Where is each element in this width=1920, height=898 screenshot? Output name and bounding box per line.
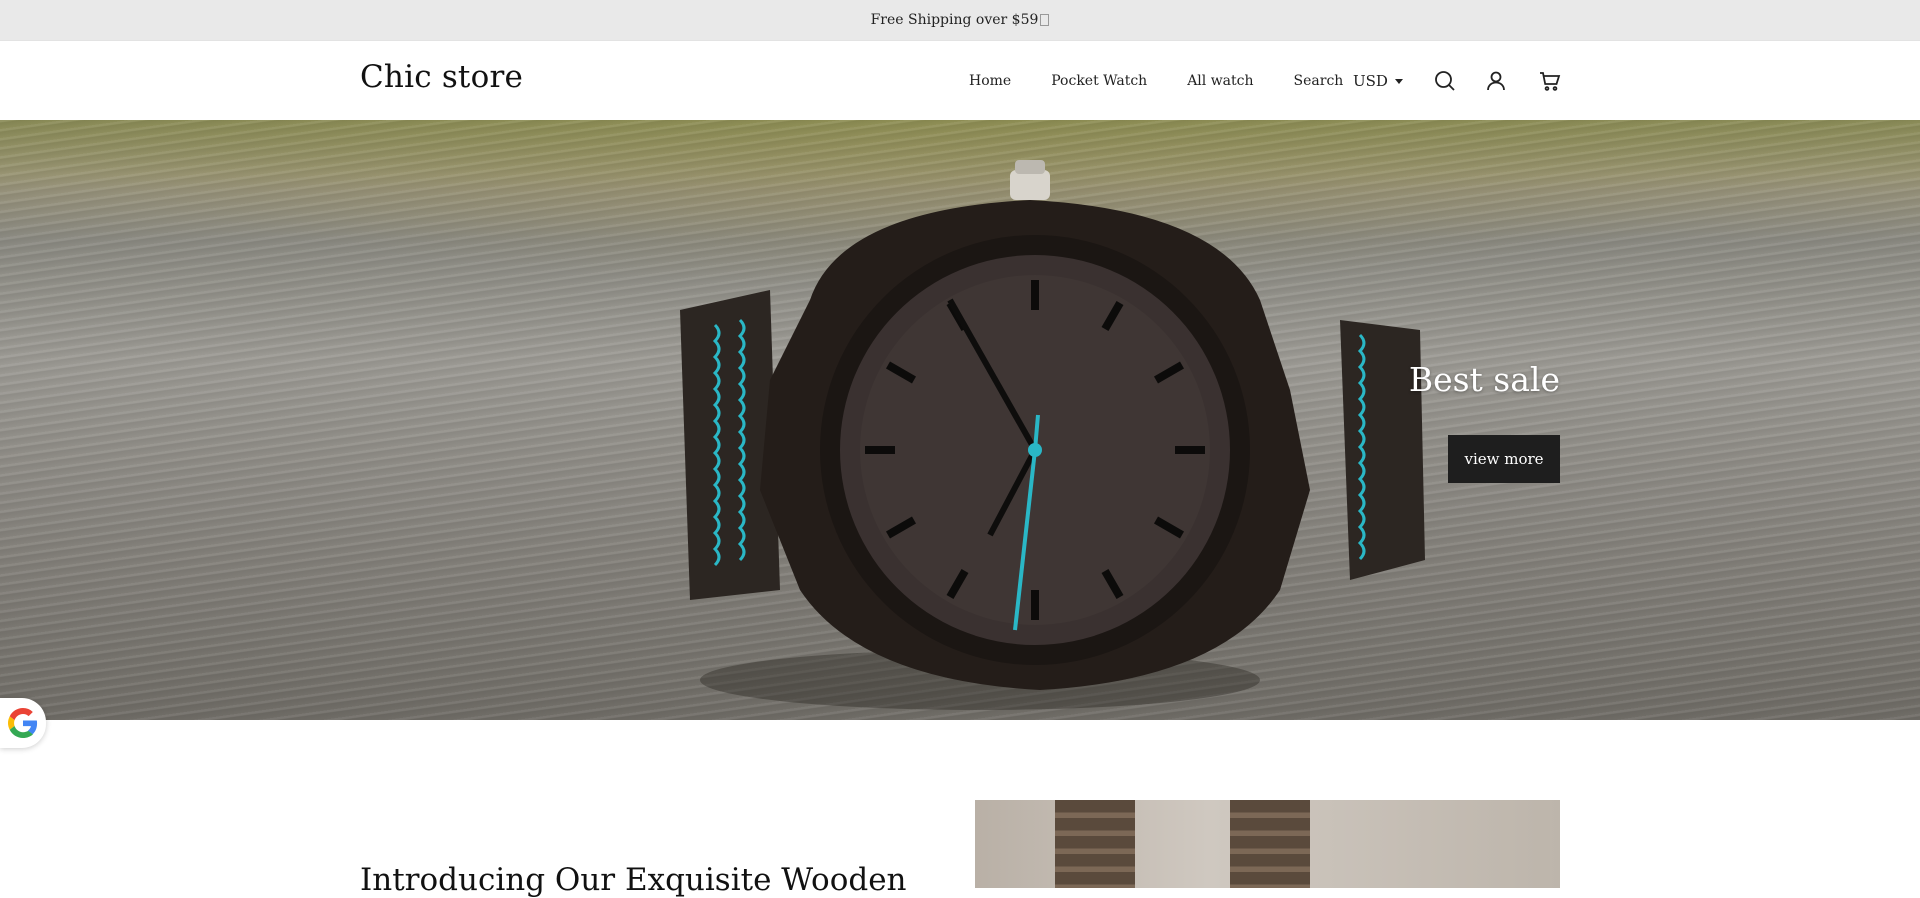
missing-glyph-icon [1040,14,1050,26]
currency-label: USD [1353,72,1388,90]
nav-pocket-watch[interactable]: Pocket Watch [1051,73,1147,89]
nav-search[interactable]: Search [1294,73,1344,89]
account-icon[interactable] [1484,69,1508,93]
cart-icon[interactable] [1538,69,1562,93]
wooden-watch-product-image [975,800,1560,888]
view-more-button[interactable]: view more [1448,435,1560,483]
announcement-text: Free Shipping over $59 [870,12,1039,28]
watch-band-right [1230,800,1310,888]
search-icon[interactable] [1433,69,1457,93]
nav-all-watch[interactable]: All watch [1187,73,1253,89]
announcement-bar: Free Shipping over $59 [0,0,1920,40]
main-nav: Home Pocket Watch All watch Search [969,41,1383,121]
currency-selector[interactable]: USD [1353,41,1403,121]
nav-home[interactable]: Home [969,73,1011,89]
wooden-watch-image [680,160,1425,710]
brand-logo[interactable]: Chic store [360,59,523,95]
hero-banner: Best sale view more [0,120,1920,720]
watch-band-left [1055,800,1135,888]
google-icon[interactable] [0,698,46,748]
site-header: Chic store Home Pocket Watch All watch S… [0,40,1920,121]
caret-down-icon [1394,78,1403,84]
hero-title: Best sale [1408,360,1560,399]
intro-title: Introducing Our Exquisite Wooden [360,862,907,898]
